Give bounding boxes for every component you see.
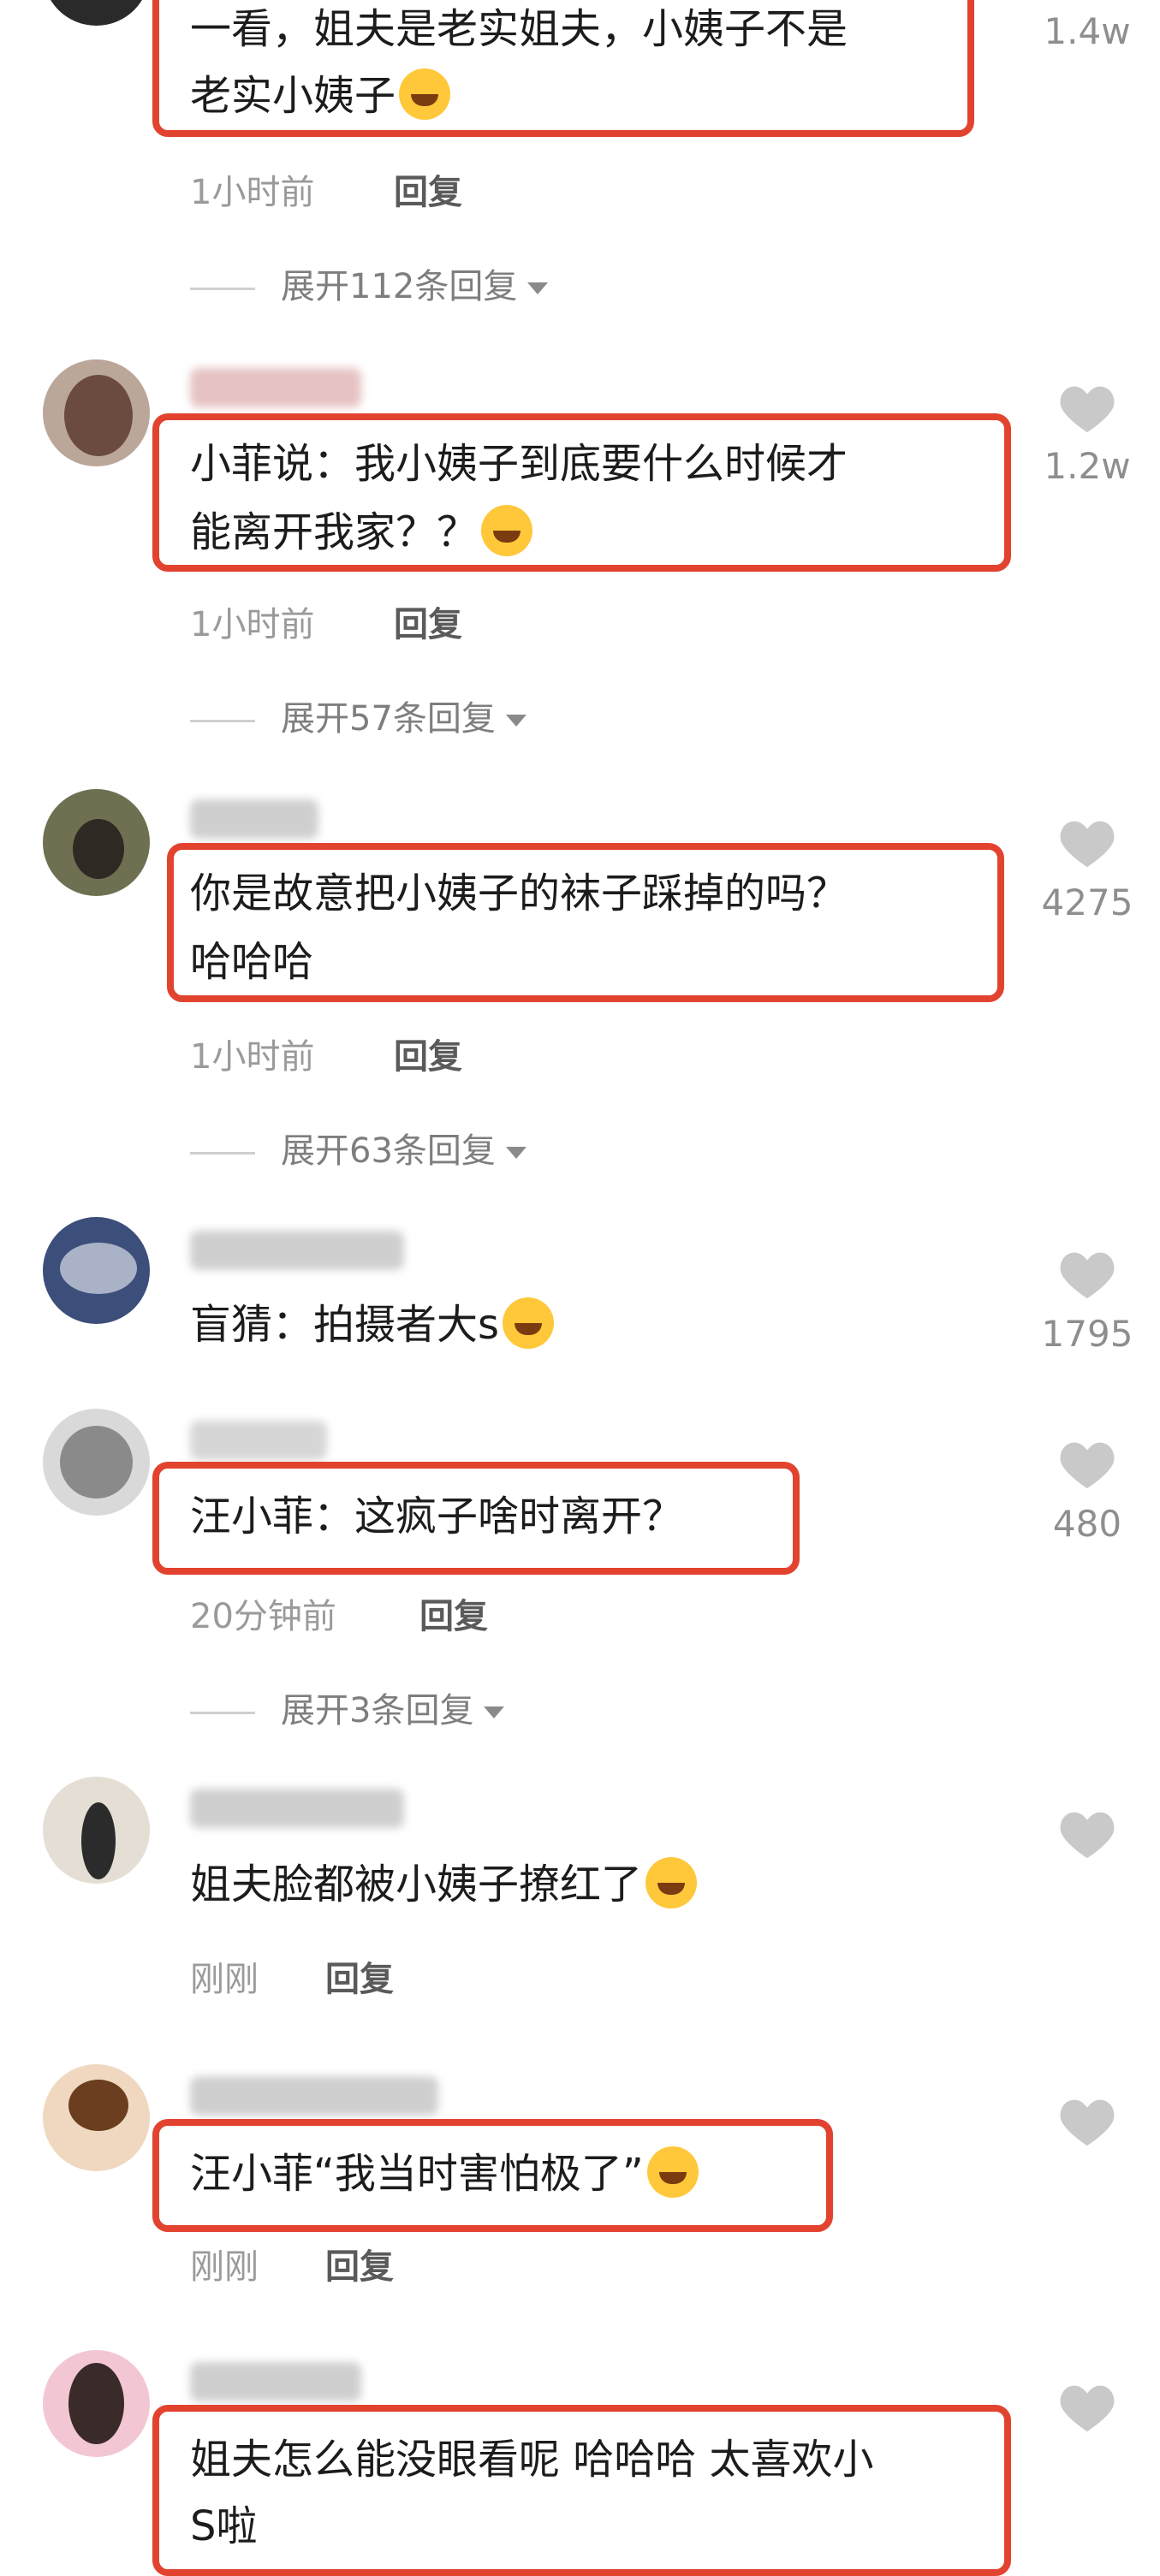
avatar[interactable]	[43, 2350, 150, 2457]
avatar[interactable]	[43, 2064, 150, 2171]
like-button[interactable]	[1055, 1248, 1120, 1301]
like-button[interactable]	[1055, 1807, 1120, 1861]
comment-text: 你是故意把小姨子的袜子踩掉的吗？	[190, 870, 848, 917]
heart-icon	[1060, 821, 1115, 868]
heart-icon	[1060, 1442, 1115, 1489]
laugh-cry-emoji-icon	[503, 1297, 555, 1349]
avatar[interactable]	[43, 1409, 150, 1516]
comment-time: 刚刚	[190, 1960, 259, 1999]
comment-text: 汪小菲“我当时害怕极了”	[190, 2143, 699, 2205]
chevron-down-icon	[505, 715, 526, 727]
like-button[interactable]	[1055, 2381, 1120, 2434]
expand-replies-button[interactable]: 展开3条回复	[190, 1683, 505, 1732]
laugh-cry-emoji-icon	[645, 1857, 698, 1908]
reply-button[interactable]: 回复	[394, 164, 462, 214]
expand-replies-button[interactable]: 展开112条回复	[190, 258, 549, 308]
heart-icon	[1060, 2385, 1115, 2432]
like-count: 1795	[1041, 1313, 1133, 1355]
like-count: 1.2w	[1044, 445, 1131, 487]
divider-line	[190, 719, 255, 722]
username-blurred[interactable]	[190, 2076, 438, 2116]
divider-line	[190, 1711, 255, 1714]
avatar[interactable]	[43, 1777, 150, 1884]
reply-button[interactable]: 回复	[325, 2239, 394, 2288]
avatar[interactable]	[43, 1217, 150, 1324]
username-blurred[interactable]	[190, 368, 361, 407]
reply-button[interactable]: 回复	[325, 1951, 394, 2001]
comment-time: 1小时前	[190, 605, 315, 644]
comment-text: 老实小姨子	[190, 65, 451, 128]
comment-text: 盲猜：拍摄者大s	[190, 1294, 555, 1356]
like-count: 480	[1052, 1503, 1122, 1545]
comment-time: 1小时前	[190, 173, 315, 212]
like-button[interactable]	[1055, 2095, 1120, 2148]
like-button[interactable]	[1055, 382, 1120, 435]
expand-replies-button[interactable]: 展开63条回复	[190, 1123, 526, 1172]
chevron-down-icon	[527, 282, 549, 294]
heart-icon	[1060, 386, 1115, 433]
reply-button[interactable]: 回复	[419, 1588, 488, 1638]
username-blurred[interactable]	[190, 799, 318, 839]
comment-time: 1小时前	[190, 1037, 315, 1077]
laugh-cry-emoji-icon	[646, 2146, 699, 2198]
divider-line	[190, 287, 255, 290]
comment-text: 一看，姐夫是老实姐夫，小姨子不是	[190, 5, 848, 53]
avatar[interactable]	[43, 359, 150, 466]
comment-text: S啦	[190, 2502, 258, 2550]
like-button[interactable]	[1055, 816, 1120, 870]
like-count: 1.4w	[1044, 10, 1131, 52]
username-blurred[interactable]	[190, 1789, 404, 1828]
reply-button[interactable]: 回复	[394, 597, 462, 646]
expand-replies-button[interactable]: 展开57条回复	[190, 691, 526, 740]
grin-emoji-icon	[399, 68, 451, 120]
like-count: 4275	[1041, 881, 1133, 923]
comment-text: 汪小菲：这疯子啥时离开？	[190, 1493, 684, 1540]
comment-text: 小菲说：我小姨子到底要什么时候才	[190, 440, 848, 488]
heart-icon	[1060, 1252, 1115, 1299]
comment-text: 姐夫脸都被小姨子撩红了	[190, 1854, 698, 1916]
comment-time: 刚刚	[190, 2247, 259, 2287]
username-blurred[interactable]	[190, 1231, 404, 1270]
avatar[interactable]	[43, 0, 150, 26]
reply-button[interactable]: 回复	[394, 1029, 462, 1078]
chevron-down-icon	[505, 1147, 526, 1159]
username-blurred[interactable]	[190, 1421, 327, 1460]
like-button[interactable]	[1055, 1438, 1120, 1491]
username-blurred[interactable]	[190, 2362, 361, 2401]
chevron-down-icon	[484, 1706, 505, 1718]
comment-time: 20分钟前	[190, 1597, 336, 1636]
comment-text: 哈哈哈	[190, 938, 314, 986]
comment-text: 能离开我家？？	[190, 502, 533, 564]
divider-line	[190, 1151, 255, 1154]
comment-text: 姐夫怎么能没眼看呢 哈哈哈 太喜欢小	[190, 2436, 874, 2484]
heart-icon	[1060, 1812, 1115, 1859]
shush-emoji-icon	[481, 505, 533, 556]
avatar[interactable]	[43, 789, 150, 896]
heart-icon	[1060, 2099, 1115, 2146]
